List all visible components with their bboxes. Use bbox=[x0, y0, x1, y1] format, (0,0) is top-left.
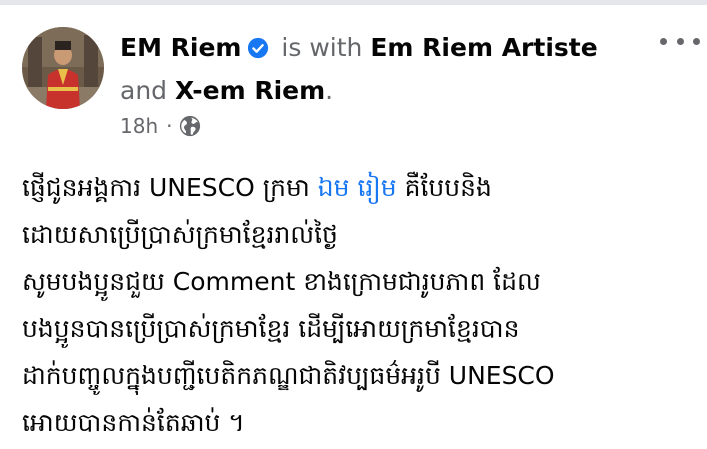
avatar[interactable] bbox=[22, 27, 104, 109]
verified-badge-icon bbox=[248, 37, 269, 59]
more-options-icon[interactable] bbox=[660, 30, 700, 52]
post-line-1: ផ្ញើជូនអង្គការ UNESCO ក្រមា ឯម រៀម គឺបែប… bbox=[22, 164, 690, 211]
post-header: EM Riem is with Em Riem Artiste and X-em … bbox=[120, 26, 650, 112]
more-dot bbox=[693, 37, 700, 45]
post-line-2: ដោយសាប្រើប្រាស់ក្រមាខ្មែររាល់ថ្ងៃ bbox=[22, 220, 338, 249]
author-name[interactable]: EM Riem bbox=[120, 33, 241, 62]
with-text: is with bbox=[273, 33, 371, 62]
more-dot bbox=[660, 37, 667, 45]
top-divider bbox=[0, 0, 707, 5]
more-dot bbox=[676, 37, 684, 45]
tagged-person-2[interactable]: X-em Riem bbox=[175, 76, 325, 105]
avatar-photo bbox=[22, 27, 104, 109]
and-text: and bbox=[120, 76, 168, 105]
mention-link[interactable]: ឯម រៀម bbox=[318, 173, 397, 202]
post-line-1-after: គឺបែបនិង bbox=[396, 173, 492, 202]
post-line-3: សូមបងប្អូនជួយ Comment ខាងក្រោមជារូបភាព ដ… bbox=[22, 267, 541, 296]
tagged-person-1[interactable]: Em Riem Artiste bbox=[370, 33, 597, 62]
post-line-4: បងប្អូនបានប្រើប្រាស់ក្រមាខ្មែរ ដើម្បីអោយ… bbox=[22, 314, 520, 343]
post-line-5: ដាក់បញ្ចូលក្នុងបញ្ជីបេតិកភណ្ឌជាតិវប្បធម៌… bbox=[22, 361, 555, 390]
meta-separator: · bbox=[166, 114, 173, 138]
post-body: ផ្ញើជូនអង្គការ UNESCO ក្រមា ឯម រៀម គឺបែប… bbox=[22, 164, 690, 446]
post-meta: 18h · bbox=[120, 111, 201, 141]
post-timestamp[interactable]: 18h bbox=[120, 114, 158, 138]
post-line-6: អោយបានកាន់តែឆាប់ ។ bbox=[22, 408, 245, 437]
header-period: . bbox=[325, 76, 334, 105]
post-line-1-text: ផ្ញើជូនអង្គការ UNESCO ក្រមា bbox=[22, 173, 318, 202]
globe-icon[interactable] bbox=[179, 115, 201, 137]
